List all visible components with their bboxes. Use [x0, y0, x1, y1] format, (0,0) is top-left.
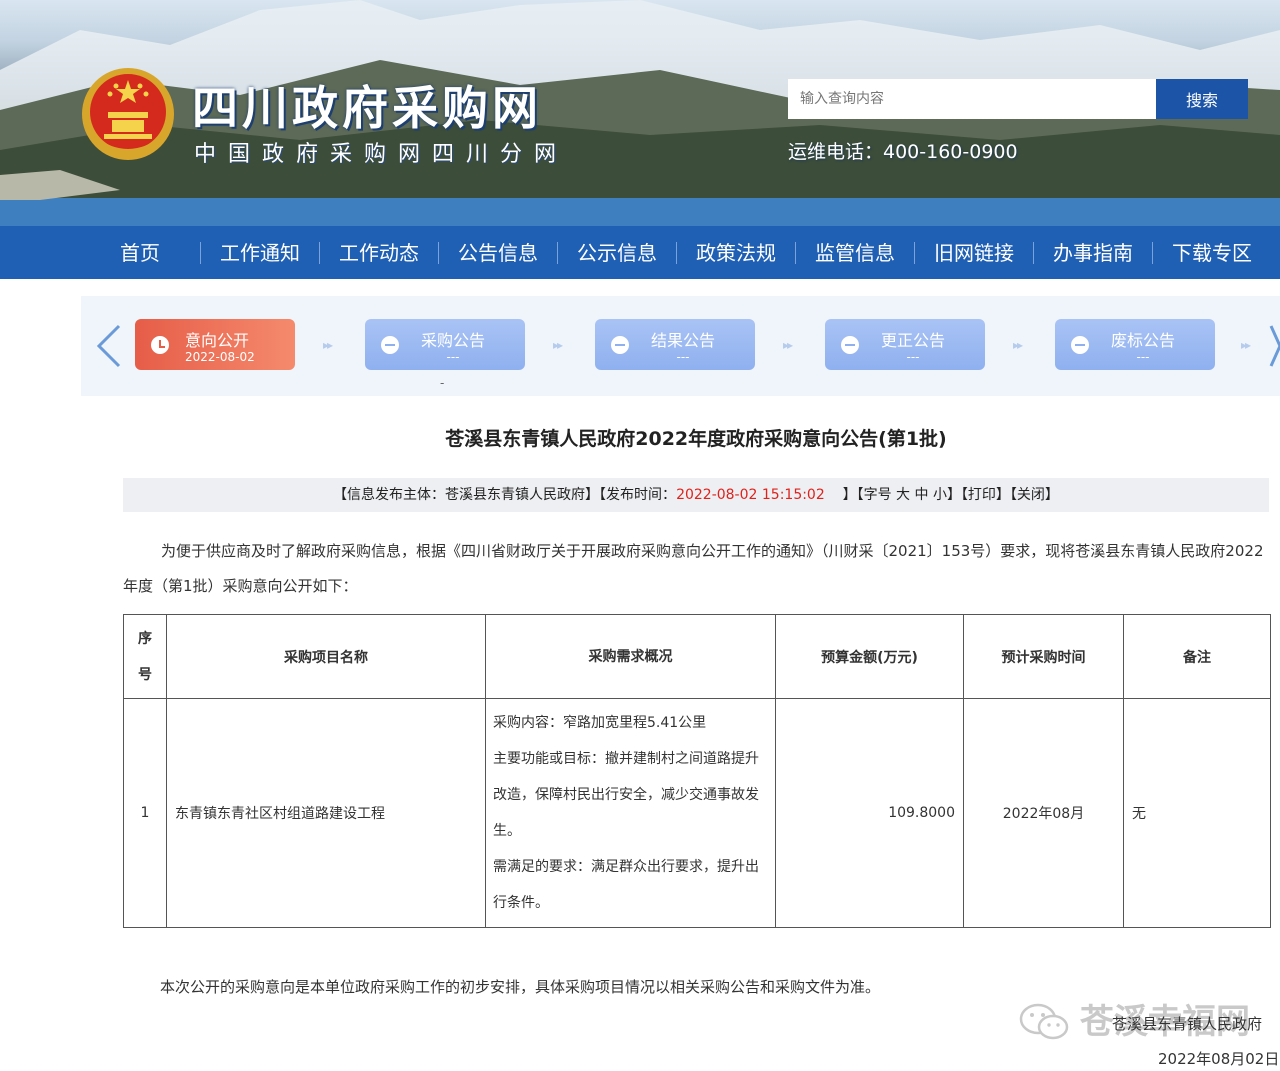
step-date: ---	[1136, 350, 1150, 364]
step-date: ---	[446, 350, 460, 364]
header-seq-line1: 序	[138, 630, 152, 647]
double-chevron-icon: ▸▸	[1013, 338, 1023, 352]
close-link[interactable]: 【关闭】	[1010, 487, 1059, 503]
step-result-notice[interactable]: 结果公告 ---	[595, 319, 755, 370]
nav-item-downloads[interactable]: 下载专区	[1153, 242, 1271, 264]
signer: 苍溪县东青镇人民政府	[1112, 1015, 1263, 1033]
article-intro-paragraph: 为便于供应商及时了解政府采购信息，根据《四川省财政厅关于开展政府采购意向公开工作…	[123, 542, 1264, 595]
chevron-left-icon[interactable]	[93, 322, 123, 370]
nav-item-old-site[interactable]: 旧网链接	[915, 241, 1034, 264]
double-chevron-icon: ▸▸	[783, 338, 793, 352]
chevron-right-icon[interactable]	[1269, 322, 1280, 370]
cell-seq: 1	[123, 698, 167, 928]
site-title: 四川政府采购网	[192, 81, 542, 135]
step-correction-notice[interactable]: 更正公告 ---	[825, 319, 985, 370]
font-size-label: 【字号	[856, 487, 892, 503]
nav-item-policies[interactable]: 政策法规	[677, 241, 796, 264]
main-nav: 首页 工作通知 工作动态 公告信息 公示信息 政策法规 监管信息 旧网链接 办事…	[0, 226, 1280, 279]
font-size-small-link[interactable]: 小	[933, 487, 947, 503]
search-button[interactable]: 搜索	[1156, 79, 1248, 119]
step-label: 意向公开	[185, 331, 250, 350]
step-procurement-notice[interactable]: 采购公告 ---	[365, 319, 525, 370]
font-size-large-link[interactable]: 大	[896, 487, 910, 503]
process-indicator: -	[440, 376, 445, 390]
search-bar: 搜索	[788, 79, 1248, 119]
national-emblem-icon	[82, 68, 174, 160]
step-intention[interactable]: 意向公开 2022-08-02	[135, 319, 295, 370]
step-date: 2022-08-02	[185, 350, 255, 364]
nav-item-announcements[interactable]: 公告信息	[439, 241, 558, 264]
procurement-intention-table: 序号 采购项目名称 采购需求概况 预算金额(万元) 预计采购时间 备注 1 东青…	[123, 614, 1271, 928]
nav-item-home[interactable]: 首页	[0, 241, 201, 264]
double-chevron-icon: ▸▸	[553, 338, 563, 352]
minus-circle-icon	[611, 336, 629, 354]
article-meta-bar: 【信息发布主体：苍溪县东青镇人民政府】【发布时间：2022-08-02 15:1…	[123, 478, 1269, 512]
header-demand-overview: 采购需求概况	[485, 614, 776, 699]
procurement-process-bar: 意向公开 2022-08-02 ▸▸ 采购公告 --- ▸▸ 结果公告 --- …	[81, 296, 1280, 396]
publish-time-close: 】	[842, 487, 857, 503]
minus-circle-icon	[841, 336, 859, 354]
cell-demand-overview: 采购内容：窄路加宽里程5.41公里 主要功能或目标：撤并建制村之间道路提升改造，…	[485, 698, 776, 928]
double-chevron-icon: ▸▸	[323, 338, 333, 352]
sign-date: 2022年08月02日	[1158, 1050, 1280, 1068]
step-label: 结果公告	[650, 331, 715, 350]
cell-budget: 109.8000	[775, 698, 964, 928]
step-label: 采购公告	[420, 331, 485, 350]
header-expected-time: 预计采购时间	[963, 614, 1124, 699]
publisher-info: 【信息发布主体：苍溪县东青镇人民政府】【发布时间：	[333, 487, 677, 503]
demand-goal: 主要功能或目标：撤并建制村之间道路提升改造，保障村民出行安全，减少交通事故发生。	[493, 751, 759, 839]
font-size-close: 】	[946, 487, 961, 503]
demand-requirement: 需满足的要求：满足群众出行要求，提升出行条件。	[493, 859, 759, 911]
table-header-row: 序号 采购项目名称 采购需求概况 预算金额(万元) 预计采购时间 备注	[123, 614, 1271, 699]
step-label: 更正公告	[880, 331, 945, 350]
font-size-medium-link[interactable]: 中	[914, 487, 928, 503]
double-chevron-icon: ▸▸	[1241, 338, 1251, 352]
header-budget: 预算金额(万元)	[775, 614, 964, 699]
search-input[interactable]	[788, 79, 1156, 119]
clock-icon	[151, 336, 169, 354]
step-label: 废标公告	[1110, 331, 1175, 350]
cell-remarks: 无	[1123, 698, 1271, 928]
header-remarks: 备注	[1123, 614, 1271, 699]
demand-content: 采购内容：窄路加宽里程5.41公里	[493, 715, 707, 731]
print-link[interactable]: 【打印】	[961, 487, 1010, 503]
table-row: 1 东青镇东青社区村组道路建设工程 采购内容：窄路加宽里程5.41公里 主要功能…	[123, 698, 1271, 928]
step-cancel-notice[interactable]: 废标公告 ---	[1055, 319, 1215, 370]
site-subtitle: 中国政府采购网四川分网	[194, 142, 569, 167]
nav-item-publicity[interactable]: 公示信息	[558, 241, 677, 264]
publish-time: 2022-08-02 15:15:02	[676, 487, 825, 503]
nav-item-supervision[interactable]: 监管信息	[796, 241, 915, 264]
minus-circle-icon	[381, 336, 399, 354]
cell-expected-time: 2022年08月	[963, 698, 1124, 928]
support-hotline: 运维电话：400-160-0900	[788, 141, 1018, 163]
nav-item-work-news[interactable]: 工作动态	[320, 241, 439, 264]
minus-circle-icon	[1071, 336, 1089, 354]
site-header: 四川政府采购网 中国政府采购网四川分网 搜索 运维电话：400-160-0900	[0, 0, 1280, 226]
cell-project-name: 东青镇东青社区村组道路建设工程	[166, 698, 486, 928]
header-seq: 序号	[123, 614, 167, 699]
nav-item-work-notice[interactable]: 工作通知	[201, 241, 320, 264]
header-seq-line2: 号	[138, 666, 152, 683]
article-title: 苍溪县东青镇人民政府2022年度政府采购意向公告(第1批)	[445, 428, 947, 450]
step-date: ---	[906, 350, 920, 364]
nav-item-guide[interactable]: 办事指南	[1034, 241, 1153, 264]
step-date: ---	[676, 350, 690, 364]
wechat-icon	[1019, 1003, 1069, 1040]
header-project-name: 采购项目名称	[166, 614, 486, 699]
article-footnote: 本次公开的采购意向是本单位政府采购工作的初步安排，具体采购项目情况以相关采购公告…	[160, 978, 881, 996]
